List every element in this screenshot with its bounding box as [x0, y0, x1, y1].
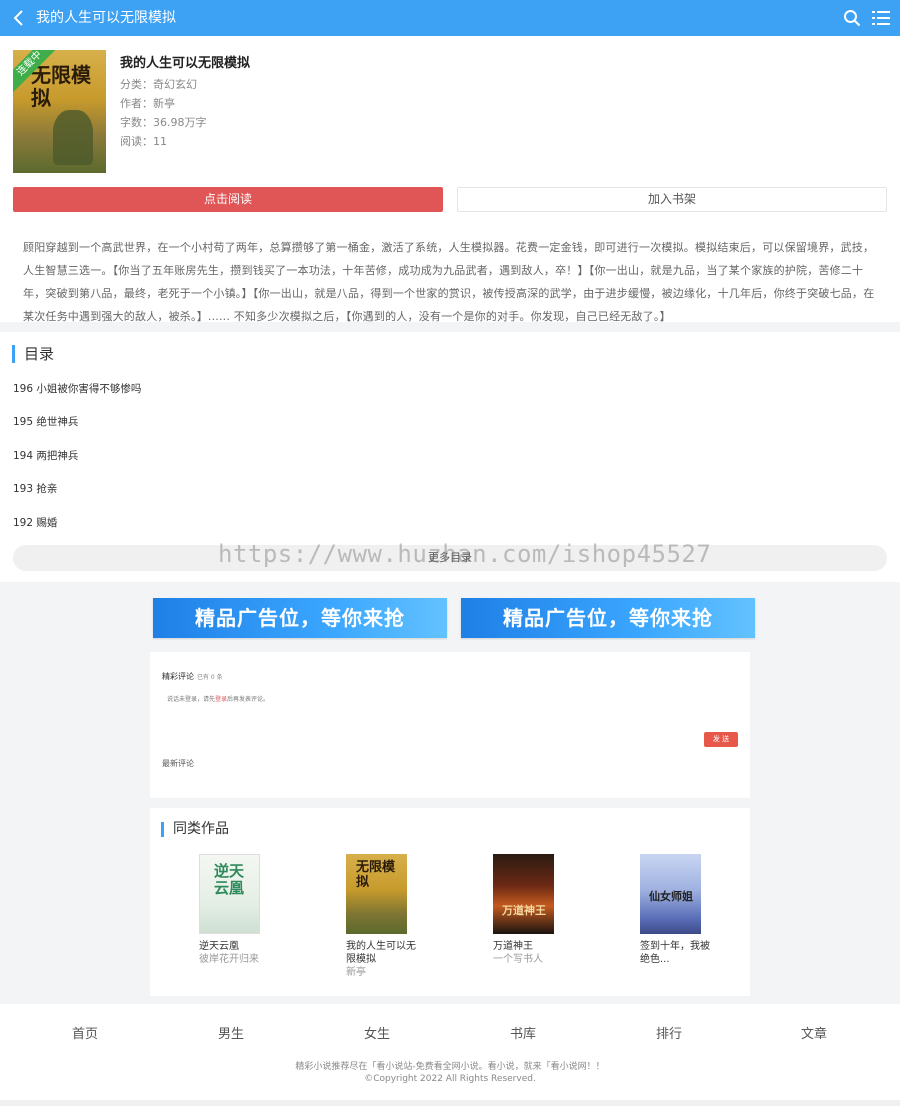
similar-book-cover[interactable]: 逆天云凰 — [199, 854, 260, 934]
cover-title: 无限模拟 — [31, 63, 91, 110]
latest-comments-label: 最新评论 — [162, 759, 194, 768]
ad-banner[interactable]: 精品广告位，等你来抢 — [153, 598, 447, 638]
book-title: 我的人生可以无限模拟 — [120, 56, 251, 71]
book-intro: 顾阳穿越到一个高武世界，在一个小村苟了两年，总算攒够了第一桶金，激活了系统，人生… — [23, 241, 875, 323]
send-comment-button[interactable]: 发 送 — [704, 732, 738, 747]
watermark-text: https://www.huzhan.com/ishop45527 — [218, 540, 712, 568]
page-bottom-divider — [0, 1100, 900, 1106]
similar-book-item[interactable]: 逆天云凰 逆天云凰 彼岸花开归来 — [199, 854, 269, 966]
login-link[interactable]: 登录 — [215, 696, 227, 703]
divider — [0, 322, 900, 332]
tab-library[interactable]: 书库 — [510, 1023, 536, 1042]
chapter-link[interactable]: 192 赐婚 — [13, 515, 57, 530]
page-title: 我的人生可以无限模拟 — [36, 10, 176, 26]
hint-text: 说话未登录，请先 — [167, 696, 216, 703]
read-button[interactable]: 点击阅读 — [13, 187, 443, 212]
footer-slogan: 精彩小说推荐尽在「看小说站-免费看全网小说。看小说，就来「看小说网！！ — [295, 1062, 605, 1072]
similar-book-title: 逆天云凰 — [199, 941, 239, 952]
cover-art — [53, 110, 93, 165]
cover-text: 仙女师姐 — [649, 890, 693, 903]
similar-book-cover[interactable]: 万道神王 — [493, 854, 554, 934]
list-menu-icon[interactable] — [872, 10, 890, 26]
toc-heading: 目录 — [12, 345, 54, 363]
cover-text: 万道神王 — [502, 904, 546, 917]
similar-book-author: 彼岸花开归来 — [199, 954, 259, 965]
similar-book-item[interactable]: 万道神王 万道神王 一个写书人 — [493, 854, 563, 966]
similar-book-item[interactable]: 无限模拟 我的人生可以无限模拟 新亭 — [346, 854, 416, 979]
similar-book-author: 一个写书人 — [493, 954, 543, 965]
ad-banner[interactable]: 精品广告位，等你来抢 — [461, 598, 755, 638]
book-word-count: 字数：36.98万字 — [120, 116, 207, 129]
chapter-link[interactable]: 193 抢亲 — [13, 481, 57, 496]
book-read-count: 阅读：11 — [120, 135, 167, 148]
similar-book-author: 新亭 — [346, 967, 366, 978]
cover-text: 无限模拟 — [356, 860, 396, 890]
similar-heading: 同类作品 — [161, 822, 229, 837]
comment-title: 精彩评论 — [162, 672, 194, 681]
tab-female[interactable]: 女生 — [364, 1023, 390, 1042]
book-cover[interactable]: 无限模拟 连载中 — [13, 50, 106, 173]
top-bar: 我的人生可以无限模拟 — [0, 0, 900, 36]
footer-copyright: ©Copyright 2022 All Rights Reserved. — [364, 1074, 536, 1084]
chapter-link[interactable]: 195 绝世神兵 — [13, 414, 78, 429]
similar-book-item[interactable]: 仙女师姐 签到十年，我被绝色... — [640, 854, 710, 966]
book-info: 无限模拟 连载中 我的人生可以无限模拟 分类：奇幻玄幻 作者：新亭 字数：36.… — [0, 36, 900, 181]
cover-text: 逆天云凰 — [214, 862, 245, 897]
comment-count: 已有 0 条 — [197, 674, 223, 681]
similar-books-section: 同类作品 逆天云凰 逆天云凰 彼岸花开归来 无限模拟 我的人生可以无限模拟 新亭… — [150, 808, 750, 996]
comment-heading: 精彩评论 已有 0 条 — [162, 671, 223, 682]
add-to-shelf-button[interactable]: 加入书架 — [457, 187, 887, 212]
book-author: 作者：新亭 — [120, 97, 175, 110]
similar-book-title: 签到十年，我被绝色... — [640, 941, 710, 965]
search-icon[interactable] — [843, 9, 861, 27]
login-hint: 说话未登录，请先登录后再发表评论。 — [167, 694, 269, 703]
book-category: 分类：奇幻玄幻 — [120, 78, 197, 91]
similar-book-title: 我的人生可以无限模拟 — [346, 941, 416, 965]
chevron-left-icon[interactable] — [12, 9, 26, 27]
similar-book-title: 万道神王 — [493, 941, 533, 952]
chapter-link[interactable]: 194 两把神兵 — [13, 448, 78, 463]
comment-section: 精彩评论 已有 0 条 说话未登录，请先登录后再发表评论。 发 送 最新评论 — [150, 652, 750, 798]
tab-male[interactable]: 男生 — [218, 1023, 244, 1042]
tab-ranking[interactable]: 排行 — [656, 1023, 682, 1042]
chapter-link[interactable]: 196 小姐被你害得不够惨吗 — [13, 381, 141, 396]
bottom-nav: 首页 男生 女生 书库 排行 文章 精彩小说推荐尽在「看小说站-免费看全网小说。… — [0, 1004, 900, 1106]
hint-text-end: 后再发表评论。 — [227, 696, 270, 703]
tab-articles[interactable]: 文章 — [801, 1023, 827, 1042]
similar-book-cover[interactable]: 仙女师姐 — [640, 854, 701, 934]
tab-home[interactable]: 首页 — [72, 1023, 98, 1042]
similar-book-cover[interactable]: 无限模拟 — [346, 854, 407, 934]
